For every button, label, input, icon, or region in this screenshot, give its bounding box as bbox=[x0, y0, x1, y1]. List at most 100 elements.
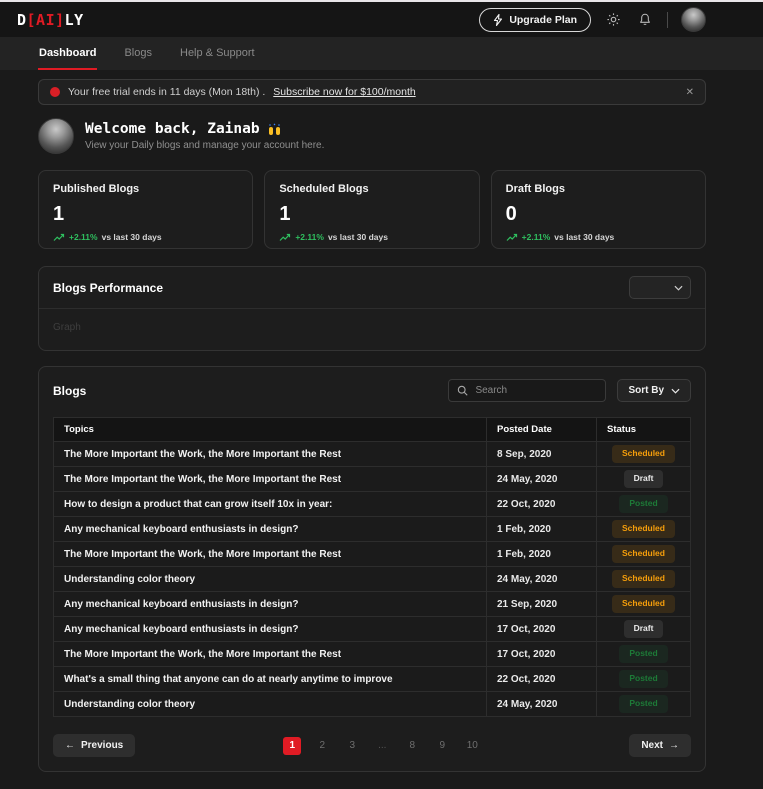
sort-by-button[interactable]: Sort By bbox=[617, 379, 691, 402]
page-number[interactable]: 8 bbox=[403, 737, 421, 755]
table-row[interactable]: What's a small thing that anyone can do … bbox=[54, 666, 690, 691]
status-badge: Posted bbox=[619, 695, 668, 713]
nav-tab[interactable]: Help & Support bbox=[179, 37, 256, 70]
cell-posted-date: 22 Oct, 2020 bbox=[487, 492, 597, 516]
table-row[interactable]: How to design a product that can grow it… bbox=[54, 491, 690, 516]
stat-card-label: Scheduled Blogs bbox=[279, 183, 369, 195]
arrow-left-icon: ← bbox=[65, 740, 75, 751]
chevron-down-icon bbox=[674, 285, 683, 291]
trend-percent: +2.11% bbox=[295, 232, 324, 242]
banner-close-button[interactable]: ✕ bbox=[686, 87, 694, 98]
cell-topic: Any mechanical keyboard enthusiasts in d… bbox=[54, 617, 487, 641]
cell-posted-date: 22 Oct, 2020 bbox=[487, 667, 597, 691]
cell-status: Posted bbox=[597, 642, 690, 666]
app-header: D[AI]LY Upgrade Plan bbox=[0, 2, 763, 37]
status-badge: Scheduled bbox=[612, 570, 675, 588]
table-row[interactable]: Understanding color theory 24 May, 2020 … bbox=[54, 566, 690, 591]
cell-posted-date: 1 Feb, 2020 bbox=[487, 542, 597, 566]
column-header-posted-date: Posted Date bbox=[487, 418, 597, 441]
previous-page-button[interactable]: ← Previous bbox=[53, 734, 136, 757]
trend-percent: +2.11% bbox=[69, 232, 98, 242]
stat-card-trend: +2.11% vs last 30 days bbox=[53, 232, 238, 242]
raised-hands-icon bbox=[267, 123, 282, 136]
table-header-row: Topics Posted Date Status bbox=[54, 418, 690, 441]
status-badge: Scheduled bbox=[612, 520, 675, 538]
nav-tab[interactable]: Dashboard bbox=[38, 37, 98, 70]
cell-posted-date: 8 Sep, 2020 bbox=[487, 442, 597, 466]
table-row[interactable]: The More Important the Work, the More Im… bbox=[54, 641, 690, 666]
status-badge: Posted bbox=[619, 645, 668, 663]
chevron-down-icon bbox=[671, 388, 680, 394]
gear-icon bbox=[606, 12, 621, 27]
table-row[interactable]: The More Important the Work, the More Im… bbox=[54, 466, 690, 491]
cell-posted-date: 24 May, 2020 bbox=[487, 692, 597, 716]
header-actions: Upgrade Plan bbox=[479, 7, 706, 32]
cell-posted-date: 17 Oct, 2020 bbox=[487, 642, 597, 666]
trial-banner-message: Your free trial ends in 11 days (Mon 18t… bbox=[68, 86, 266, 98]
table-row[interactable]: Any mechanical keyboard enthusiasts in d… bbox=[54, 616, 690, 641]
cell-status: Posted bbox=[597, 692, 690, 716]
performance-title: Blogs Performance bbox=[53, 280, 164, 295]
pagination: ← Previous 1 2 3 ... 8 9 10 Next → bbox=[53, 734, 691, 757]
subscribe-link[interactable]: Subscribe now for $100/month bbox=[273, 86, 415, 98]
user-avatar[interactable] bbox=[681, 7, 706, 32]
table-row[interactable]: Any mechanical keyboard enthusiasts in d… bbox=[54, 591, 690, 616]
page-number[interactable]: 1 bbox=[283, 736, 302, 755]
arrow-right-icon: → bbox=[669, 740, 679, 751]
alert-dot-icon bbox=[50, 87, 60, 97]
settings-button[interactable] bbox=[604, 10, 623, 29]
nav-tab[interactable]: Blogs bbox=[123, 37, 153, 70]
status-badge: Draft bbox=[623, 620, 664, 638]
page-number[interactable]: ... bbox=[373, 737, 391, 755]
column-header-status: Status bbox=[607, 424, 637, 435]
stat-card-trend: +2.11% vs last 30 days bbox=[506, 232, 691, 242]
sort-by-label: Sort By bbox=[628, 385, 664, 396]
performance-header: Blogs Performance bbox=[39, 267, 705, 309]
table-row[interactable]: Any mechanical keyboard enthusiasts in d… bbox=[54, 516, 690, 541]
status-badge: Posted bbox=[619, 670, 668, 688]
stats-grid: Published Blogs 1 +2.11% vs last 30 days… bbox=[38, 170, 706, 249]
welcome-subtitle: View your Daily blogs and manage your ac… bbox=[85, 140, 325, 151]
blogs-header: Blogs Sort By bbox=[53, 379, 691, 402]
search-input[interactable] bbox=[475, 385, 598, 396]
stat-card: Draft Blogs 0 +2.11% vs last 30 days bbox=[490, 170, 706, 249]
stat-card-value: 0 bbox=[505, 203, 517, 225]
table-row[interactable]: Understanding color theory 24 May, 2020 … bbox=[54, 691, 690, 716]
performance-graph-placeholder: Graph bbox=[53, 322, 81, 333]
main-nav: Dashboard Blogs Help & Support bbox=[0, 37, 763, 70]
cell-status: Draft bbox=[597, 617, 690, 641]
previous-label: Previous bbox=[81, 740, 124, 751]
cell-status: Draft bbox=[597, 467, 690, 491]
page-number[interactable]: 10 bbox=[463, 737, 481, 755]
table-row[interactable]: The More Important the Work, the More Im… bbox=[54, 541, 690, 566]
page-number[interactable]: 3 bbox=[343, 737, 361, 755]
status-badge: Draft bbox=[623, 470, 664, 488]
logo-part-d: D bbox=[17, 10, 27, 29]
cell-status: Posted bbox=[597, 667, 690, 691]
status-badge: Posted bbox=[619, 495, 668, 513]
page-numbers: 1 2 3 ... 8 9 10 bbox=[283, 736, 481, 755]
cell-topic: The More Important the Work, the More Im… bbox=[54, 467, 487, 491]
performance-range-select[interactable] bbox=[629, 276, 691, 299]
page-number[interactable]: 9 bbox=[433, 737, 451, 755]
trend-up-icon bbox=[279, 233, 291, 242]
stat-card: Published Blogs 1 +2.11% vs last 30 days bbox=[38, 170, 254, 249]
next-label: Next bbox=[641, 740, 663, 751]
cell-topic: How to design a product that can grow it… bbox=[54, 492, 487, 516]
table-row[interactable]: The More Important the Work, the More Im… bbox=[54, 441, 690, 466]
logo-part-ai: [AI] bbox=[26, 10, 65, 29]
upgrade-plan-button[interactable]: Upgrade Plan bbox=[479, 7, 591, 32]
nav-tab-label: Dashboard bbox=[39, 46, 97, 59]
cell-status: Posted bbox=[597, 492, 690, 516]
blogs-table: Topics Posted Date Status The More Impor… bbox=[53, 417, 691, 717]
trend-up-icon bbox=[506, 233, 518, 242]
next-page-button[interactable]: Next → bbox=[629, 734, 691, 757]
page-number[interactable]: 2 bbox=[313, 737, 331, 755]
trend-note: vs last 30 days bbox=[554, 232, 615, 242]
trend-up-icon bbox=[53, 233, 65, 242]
notifications-button[interactable] bbox=[636, 10, 654, 29]
welcome-avatar bbox=[38, 118, 74, 154]
cell-status: Scheduled bbox=[597, 517, 690, 541]
cell-topic: What's a small thing that anyone can do … bbox=[54, 667, 487, 691]
cell-topic: Understanding color theory bbox=[54, 567, 487, 591]
